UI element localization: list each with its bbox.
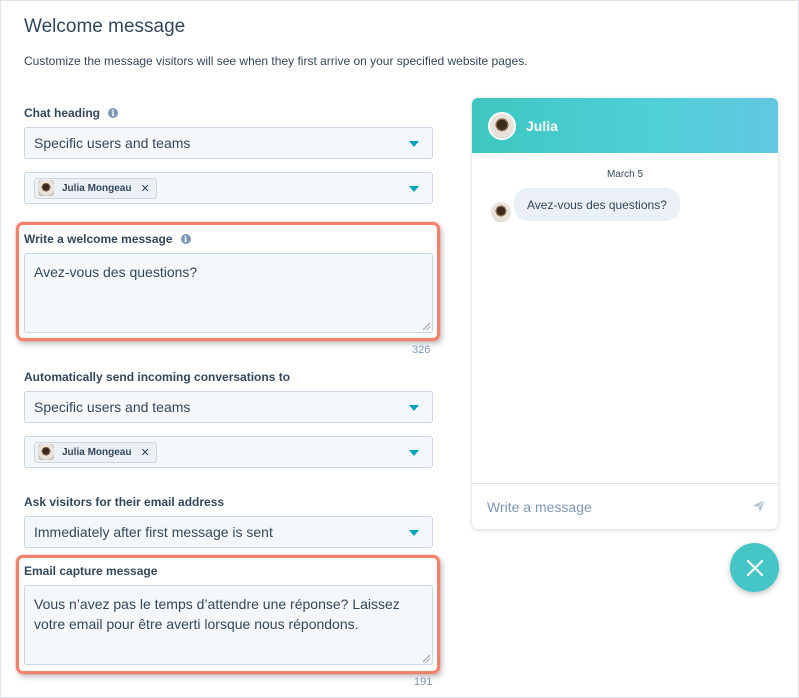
user-tag[interactable]: Julia Mongeau ✕ (34, 177, 157, 199)
chat-preview-input[interactable]: Write a message (487, 499, 778, 515)
email-capture-textarea[interactable]: Vous n’avez pas le temps d’attendre une … (24, 585, 433, 665)
email-capture-counter: 191 (414, 676, 433, 688)
chat-heading-select-value: Specific users and teams (34, 135, 191, 151)
user-tag-label: Julia Mongeau (62, 446, 132, 458)
chat-preview-bubble-text: Avez-vous des questions? (527, 197, 667, 212)
routing-user-select[interactable]: Julia Mongeau ✕ (24, 436, 433, 468)
resize-handle-icon[interactable] (423, 655, 430, 662)
chevron-down-icon (409, 450, 419, 456)
chevron-down-icon (409, 141, 419, 147)
info-icon[interactable]: i (180, 234, 191, 244)
chat-preview-date: March 5 (606, 169, 644, 180)
chat-heading-label-text: Chat heading (24, 106, 101, 120)
chat-heading-label: Chat heading i (24, 106, 119, 120)
routing-label: Automatically send incoming conversation… (24, 370, 291, 384)
user-tag[interactable]: Julia Mongeau ✕ (34, 441, 157, 463)
avatar (488, 111, 516, 140)
user-tag-label: Julia Mongeau (62, 182, 132, 194)
email-ask-select-value: Immediately after first message is sent (34, 524, 273, 540)
info-icon[interactable]: i (108, 108, 119, 118)
chevron-down-icon (409, 405, 419, 411)
welcome-message-label-text: Write a welcome message (24, 232, 173, 246)
chat-heading-user-select[interactable]: Julia Mongeau ✕ (24, 172, 433, 204)
email-capture-label: Email capture message (24, 564, 158, 578)
welcome-message-text: Avez-vous des questions? (34, 264, 198, 280)
email-ask-label: Ask visitors for their email address (24, 495, 225, 509)
chevron-down-icon (409, 530, 419, 536)
chevron-down-icon (409, 186, 419, 192)
avatar (491, 202, 511, 222)
chat-preview: Julia March 5 Avez-vous des questions? W… (472, 98, 778, 529)
page-subtitle: Customize the message visitors will see … (24, 54, 528, 68)
chat-preview-composer[interactable]: Write a message (472, 483, 778, 529)
welcome-message-counter: 326 (412, 344, 431, 356)
avatar (38, 180, 54, 196)
email-capture-text: Vous n’avez pas le temps d’attendre une … (34, 596, 400, 632)
chat-launcher-button[interactable] (730, 543, 779, 592)
resize-handle-icon[interactable] (423, 323, 430, 330)
close-icon[interactable]: ✕ (140, 182, 149, 195)
routing-select[interactable]: Specific users and teams (24, 391, 433, 423)
welcome-message-label: Write a welcome message i (24, 232, 191, 246)
send-icon[interactable] (752, 499, 766, 513)
email-ask-select[interactable]: Immediately after first message is sent (24, 516, 433, 548)
chat-heading-select[interactable]: Specific users and teams (24, 127, 433, 159)
chat-preview-bubble: Avez-vous des questions? (514, 188, 680, 221)
chat-preview-header: Julia (472, 98, 778, 153)
close-icon[interactable]: ✕ (140, 446, 149, 459)
routing-select-value: Specific users and teams (34, 399, 191, 415)
close-icon (746, 559, 763, 576)
settings-page: Welcome message Customize the message vi… (0, 0, 799, 698)
welcome-message-textarea[interactable]: Avez-vous des questions? (24, 253, 433, 333)
chat-preview-name: Julia (526, 117, 558, 134)
avatar (38, 444, 54, 460)
page-title: Welcome message (24, 16, 186, 37)
